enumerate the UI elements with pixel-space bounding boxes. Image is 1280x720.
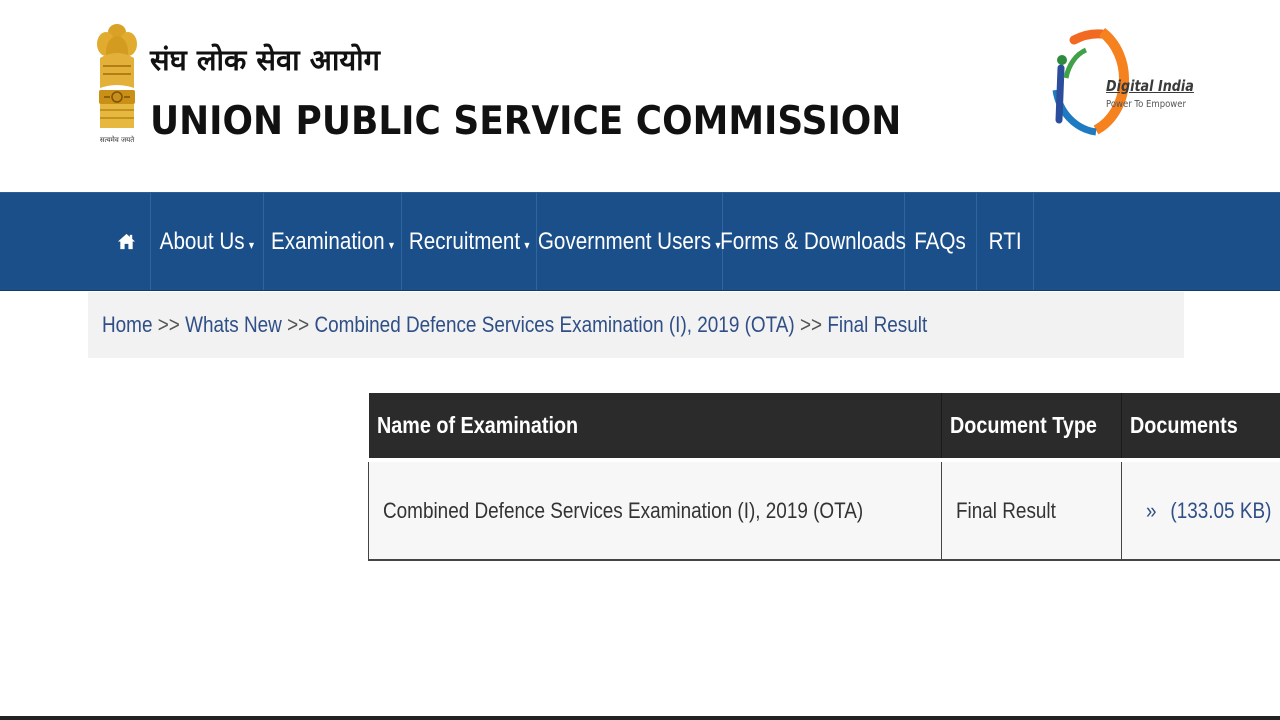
column-header-exam: Name of Examination [368, 393, 943, 460]
chevron-down-icon: ▾ [249, 237, 255, 252]
digital-india-name: Digital India [1106, 77, 1194, 95]
nav-recruitment[interactable]: Recruitment ▾ [402, 193, 537, 290]
nav-examination-label: Examination [270, 227, 385, 255]
column-header-documents: Documents [1121, 393, 1280, 460]
nav-government-users[interactable]: Government Users ▾ [537, 193, 723, 290]
nav-home[interactable] [102, 193, 151, 290]
nav-rti-label: RTI [988, 227, 1022, 255]
main-nav: About Us ▾ Examination ▾ Recruitment ▾ Gove… [0, 192, 1280, 291]
nav-about-us-label: About Us [159, 227, 245, 255]
breadcrumb-whats-new-link[interactable]: Whats New [185, 312, 282, 337]
cell-exam-name: Combined Defence Services Examination (I… [367, 460, 943, 561]
site-title: UNION PUBLIC SERVICE COMMISSION [150, 99, 902, 144]
table-row: Combined Defence Services Examination (I… [367, 460, 1280, 561]
column-header-document-type: Document Type [941, 393, 1123, 460]
cell-document-type: Final Result [941, 460, 1123, 561]
link-bullet: » [1146, 497, 1157, 523]
nav-faqs-label: FAQs [914, 227, 967, 255]
nav-examination[interactable]: Examination ▾ [264, 193, 402, 290]
home-icon [117, 233, 135, 250]
breadcrumb-exam-link[interactable]: Combined Defence Services Examination (I… [314, 312, 794, 337]
nav-forms-downloads-label: Forms & Downloads [720, 227, 907, 255]
site-header: सत्यमेव जयते संघ लोक सेवा आयोग UNION PUB… [0, 0, 1280, 192]
breadcrumb-separator: >> [287, 312, 310, 337]
breadcrumb-home-link[interactable]: Home [102, 312, 152, 337]
final-result-pdf-link[interactable]: (133.05 KB) [1171, 498, 1272, 523]
emblem-caption: सत्यमेव जयते [100, 135, 135, 144]
nav-government-users-label: Government Users [538, 227, 712, 255]
breadcrumb-current: Final Result [827, 312, 928, 337]
breadcrumb-separator: >> [157, 312, 180, 337]
documents-table: Name of Examination Document Type Docume… [367, 393, 1280, 561]
chevron-down-icon: ▾ [524, 237, 530, 252]
breadcrumb-separator: >> [799, 312, 823, 337]
breadcrumb: Home >> Whats New >> Combined Defence Se… [88, 292, 1184, 358]
footer-divider [0, 716, 1280, 720]
nav-about-us[interactable]: About Us ▾ [151, 193, 264, 290]
nav-rti[interactable]: RTI [977, 193, 1034, 290]
cell-documents: » (133.05 KB) [1121, 460, 1280, 561]
page: सत्यमेव जयते संघ लोक सेवा आयोग UNION PUB… [0, 0, 1280, 720]
nav-faqs[interactable]: FAQs [905, 193, 977, 290]
nav-forms-downloads[interactable]: Forms & Downloads [720, 193, 907, 290]
nav-recruitment-label: Recruitment [408, 227, 520, 255]
chevron-down-icon: ▾ [388, 237, 395, 252]
table-header-row: Name of Examination Document Type Docume… [368, 393, 1280, 460]
hindi-title: संघ लोक सेवा आयोग [150, 43, 381, 77]
national-emblem-logo[interactable]: सत्यमेव जयते [94, 18, 140, 148]
digital-india-tagline: Power To Empower [1106, 99, 1186, 110]
